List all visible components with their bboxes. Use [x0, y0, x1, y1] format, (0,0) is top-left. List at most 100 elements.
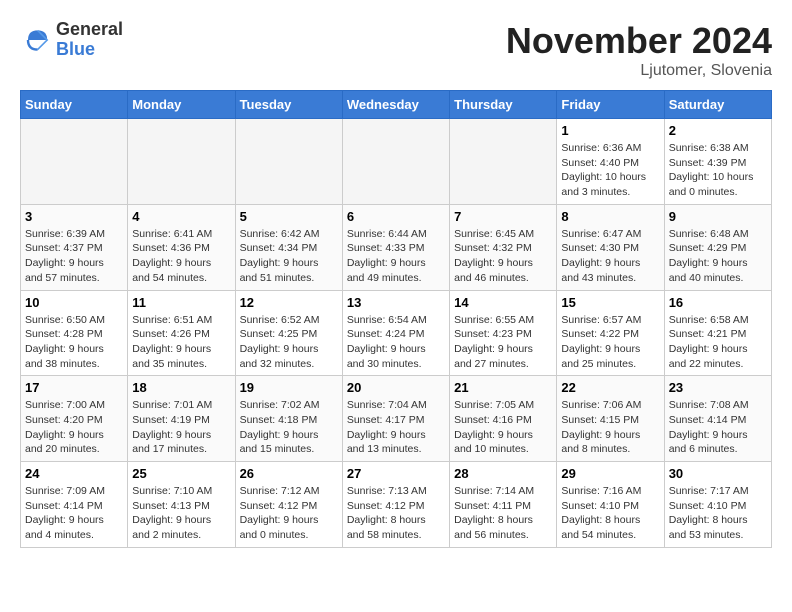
day-info: Sunrise: 6:36 AMSunset: 4:40 PMDaylight:… — [561, 141, 659, 200]
day-info: Sunrise: 6:57 AMSunset: 4:22 PMDaylight:… — [561, 313, 659, 372]
calendar-day: 28Sunrise: 7:14 AMSunset: 4:11 PMDayligh… — [450, 462, 557, 548]
day-number: 14 — [454, 295, 552, 310]
calendar-day: 19 Sunrise: 7:02 AMSunset: 4:18 PMDayligh… — [235, 376, 342, 462]
day-number: 15 — [561, 295, 659, 310]
day-number: 7 — [454, 209, 552, 224]
calendar-day: 18 Sunrise: 7:01 AMSunset: 4:19 PMDayligh… — [128, 376, 235, 462]
day-info: Sunrise: 6:38 AMSunset: 4:39 PMDaylight:… — [669, 141, 767, 200]
day-number: 12 — [240, 295, 338, 310]
day-info: Sunrise: 7:00 AMSunset: 4:20 PMDaylight:… — [25, 398, 123, 457]
calendar-day: 25Sunrise: 7:10 AMSunset: 4:13 PMDayligh… — [128, 462, 235, 548]
calendar-day: 3 Sunrise: 6:39 AMSunset: 4:37 PMDaylight… — [21, 204, 128, 290]
calendar-day: 6Sunrise: 6:44 AMSunset: 4:33 PMDaylight… — [342, 204, 449, 290]
calendar-day: 15 Sunrise: 6:57 AMSunset: 4:22 PMDayligh… — [557, 290, 664, 376]
day-number: 19 — [240, 380, 338, 395]
page-header: General Blue November 2024 Ljutomer, Slo… — [20, 20, 772, 80]
day-info: Sunrise: 7:09 AMSunset: 4:14 PMDaylight:… — [25, 484, 123, 543]
day-info: Sunrise: 7:04 AMSunset: 4:17 PMDaylight:… — [347, 398, 445, 457]
calendar-day: 9Sunrise: 6:48 AMSunset: 4:29 PMDaylight… — [664, 204, 771, 290]
title-block: November 2024 Ljutomer, Slovenia — [506, 20, 772, 80]
calendar-day: 13 Sunrise: 6:54 AMSunset: 4:24 PMDayligh… — [342, 290, 449, 376]
day-info: Sunrise: 7:12 AMSunset: 4:12 PMDaylight:… — [240, 484, 338, 543]
weekday-header: Friday — [557, 91, 664, 119]
logo-text: General Blue — [56, 20, 123, 60]
day-number: 4 — [132, 209, 230, 224]
day-number: 18 — [132, 380, 230, 395]
day-number: 2 — [669, 123, 767, 138]
calendar-week-row: 24 Sunrise: 7:09 AMSunset: 4:14 PMDayligh… — [21, 462, 772, 548]
day-number: 24 — [25, 466, 123, 481]
calendar-day — [235, 119, 342, 205]
calendar-day: 27 Sunrise: 7:13 AMSunset: 4:12 PMDayligh… — [342, 462, 449, 548]
month-title: November 2024 — [506, 20, 772, 62]
day-number: 8 — [561, 209, 659, 224]
calendar-table: SundayMondayTuesdayWednesdayThursdayFrid… — [20, 90, 772, 548]
calendar-day: 20 Sunrise: 7:04 AMSunset: 4:17 PMDayligh… — [342, 376, 449, 462]
logo-blue: Blue — [56, 40, 123, 60]
weekday-header-row: SundayMondayTuesdayWednesdayThursdayFrid… — [21, 91, 772, 119]
calendar-week-row: 3 Sunrise: 6:39 AMSunset: 4:37 PMDaylight… — [21, 204, 772, 290]
logo-icon — [20, 24, 52, 56]
day-info: Sunrise: 6:50 AMSunset: 4:28 PMDaylight:… — [25, 313, 123, 372]
day-number: 16 — [669, 295, 767, 310]
calendar-day: 29Sunrise: 7:16 AMSunset: 4:10 PMDayligh… — [557, 462, 664, 548]
day-info: Sunrise: 6:41 AMSunset: 4:36 PMDaylight:… — [132, 227, 230, 286]
calendar-day — [128, 119, 235, 205]
weekday-header: Tuesday — [235, 91, 342, 119]
day-number: 11 — [132, 295, 230, 310]
calendar-day: 17 Sunrise: 7:00 AMSunset: 4:20 PMDayligh… — [21, 376, 128, 462]
calendar-day: 1 Sunrise: 6:36 AMSunset: 4:40 PMDaylight… — [557, 119, 664, 205]
day-info: Sunrise: 7:08 AMSunset: 4:14 PMDaylight:… — [669, 398, 767, 457]
weekday-header: Sunday — [21, 91, 128, 119]
day-number: 22 — [561, 380, 659, 395]
day-info: Sunrise: 6:52 AMSunset: 4:25 PMDaylight:… — [240, 313, 338, 372]
day-info: Sunrise: 7:06 AMSunset: 4:15 PMDaylight:… — [561, 398, 659, 457]
day-number: 10 — [25, 295, 123, 310]
calendar-day: 22 Sunrise: 7:06 AMSunset: 4:15 PMDayligh… — [557, 376, 664, 462]
day-info: Sunrise: 6:39 AMSunset: 4:37 PMDaylight:… — [25, 227, 123, 286]
calendar-day: 5Sunrise: 6:42 AMSunset: 4:34 PMDaylight… — [235, 204, 342, 290]
calendar-day: 2 Sunrise: 6:38 AMSunset: 4:39 PMDaylight… — [664, 119, 771, 205]
day-info: Sunrise: 6:48 AMSunset: 4:29 PMDaylight:… — [669, 227, 767, 286]
day-info: Sunrise: 6:58 AMSunset: 4:21 PMDaylight:… — [669, 313, 767, 372]
day-info: Sunrise: 7:02 AMSunset: 4:18 PMDaylight:… — [240, 398, 338, 457]
day-info: Sunrise: 7:14 AMSunset: 4:11 PMDaylight:… — [454, 484, 552, 543]
day-number: 20 — [347, 380, 445, 395]
calendar-week-row: 17 Sunrise: 7:00 AMSunset: 4:20 PMDayligh… — [21, 376, 772, 462]
day-number: 3 — [25, 209, 123, 224]
day-info: Sunrise: 6:51 AMSunset: 4:26 PMDaylight:… — [132, 313, 230, 372]
weekday-header: Wednesday — [342, 91, 449, 119]
day-number: 23 — [669, 380, 767, 395]
day-number: 30 — [669, 466, 767, 481]
day-info: Sunrise: 7:16 AMSunset: 4:10 PMDaylight:… — [561, 484, 659, 543]
day-info: Sunrise: 6:54 AMSunset: 4:24 PMDaylight:… — [347, 313, 445, 372]
calendar-week-row: 10 Sunrise: 6:50 AMSunset: 4:28 PMDayligh… — [21, 290, 772, 376]
calendar-day: 8Sunrise: 6:47 AMSunset: 4:30 PMDaylight… — [557, 204, 664, 290]
logo: General Blue — [20, 20, 123, 60]
day-info: Sunrise: 6:44 AMSunset: 4:33 PMDaylight:… — [347, 227, 445, 286]
day-number: 5 — [240, 209, 338, 224]
logo-general: General — [56, 20, 123, 40]
calendar-day: 23 Sunrise: 7:08 AMSunset: 4:14 PMDayligh… — [664, 376, 771, 462]
calendar-day: 16 Sunrise: 6:58 AMSunset: 4:21 PMDayligh… — [664, 290, 771, 376]
calendar-day: 30Sunrise: 7:17 AMSunset: 4:10 PMDayligh… — [664, 462, 771, 548]
calendar-day: 7 Sunrise: 6:45 AMSunset: 4:32 PMDaylight… — [450, 204, 557, 290]
calendar-day: 14 Sunrise: 6:55 AMSunset: 4:23 PMDayligh… — [450, 290, 557, 376]
calendar-day — [450, 119, 557, 205]
day-number: 26 — [240, 466, 338, 481]
day-info: Sunrise: 6:55 AMSunset: 4:23 PMDaylight:… — [454, 313, 552, 372]
day-info: Sunrise: 7:01 AMSunset: 4:19 PMDaylight:… — [132, 398, 230, 457]
day-number: 17 — [25, 380, 123, 395]
calendar-day — [342, 119, 449, 205]
calendar-day: 12 Sunrise: 6:52 AMSunset: 4:25 PMDayligh… — [235, 290, 342, 376]
day-number: 13 — [347, 295, 445, 310]
day-info: Sunrise: 7:13 AMSunset: 4:12 PMDaylight:… — [347, 484, 445, 543]
day-info: Sunrise: 6:45 AMSunset: 4:32 PMDaylight:… — [454, 227, 552, 286]
location-subtitle: Ljutomer, Slovenia — [506, 62, 772, 80]
day-info: Sunrise: 7:05 AMSunset: 4:16 PMDaylight:… — [454, 398, 552, 457]
weekday-header: Monday — [128, 91, 235, 119]
day-number: 25 — [132, 466, 230, 481]
calendar-day: 4 Sunrise: 6:41 AMSunset: 4:36 PMDaylight… — [128, 204, 235, 290]
day-number: 1 — [561, 123, 659, 138]
day-number: 27 — [347, 466, 445, 481]
